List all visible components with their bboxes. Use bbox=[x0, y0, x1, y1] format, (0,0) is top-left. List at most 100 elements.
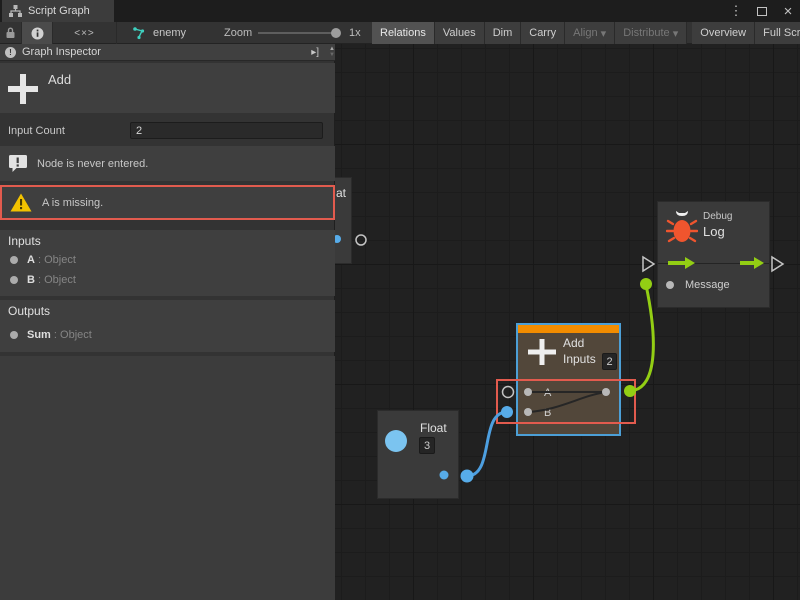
tab-script-graph[interactable]: Script Graph bbox=[2, 0, 114, 22]
input-count-field[interactable] bbox=[130, 122, 323, 139]
input-port-row-b: B : Object bbox=[10, 272, 76, 288]
zoom-slider-track[interactable] bbox=[258, 32, 338, 34]
graph-toolbar: <×> enemy Zoom 1x Relations Values Dim C… bbox=[0, 22, 800, 44]
lock-button[interactable] bbox=[0, 22, 22, 44]
edit-graph-button[interactable]: <×> bbox=[53, 22, 117, 44]
selected-node-title: Add bbox=[48, 72, 71, 87]
node-section-divider bbox=[658, 263, 769, 264]
wire-endpoint-green[interactable] bbox=[624, 385, 636, 397]
maximize-icon[interactable] bbox=[754, 4, 770, 19]
message-port-label: Message bbox=[685, 279, 730, 291]
float-value-badge: 3 bbox=[419, 437, 435, 454]
warning-message-box: A is missing. bbox=[0, 185, 335, 220]
port-label-a: A bbox=[544, 387, 551, 399]
overview-button[interactable]: Overview bbox=[692, 22, 755, 44]
debug-log-node[interactable]: Debug Log Message bbox=[657, 201, 770, 308]
debug-node-title-line1: Debug bbox=[703, 211, 732, 222]
add-node-header-bar bbox=[518, 325, 619, 333]
dock-panel-icon[interactable]: ▸] bbox=[311, 47, 319, 58]
graph-inspector-panel: ! Graph Inspector ▸] ▲ ▼ Add Input Count… bbox=[0, 44, 335, 600]
distribute-label: Distribute bbox=[623, 27, 669, 39]
port-dot-icon bbox=[10, 331, 18, 339]
wire-endpoint-green[interactable] bbox=[640, 278, 652, 290]
info-icon: ! bbox=[5, 47, 16, 58]
wire-endpoint-blue[interactable] bbox=[461, 470, 474, 483]
graph-canvas[interactable]: at Float 3 Add Inputs 2 A B Debug Log Me… bbox=[335, 44, 800, 600]
zoom-label: Zoom bbox=[224, 27, 252, 39]
inspector-title: Graph Inspector bbox=[22, 46, 101, 58]
full-screen-button[interactable]: Full Screen bbox=[755, 22, 800, 44]
port-dot-icon bbox=[10, 276, 18, 284]
connections-overlay bbox=[335, 44, 800, 600]
port-name: A bbox=[27, 254, 35, 266]
unconnected-port-circle[interactable] bbox=[356, 235, 366, 245]
script-graph-icon bbox=[9, 5, 22, 17]
add-input-count-badge: 2 bbox=[602, 353, 617, 370]
info-icon bbox=[31, 27, 44, 40]
port-label-b: B bbox=[544, 407, 551, 419]
graph-asset-icon bbox=[133, 27, 147, 40]
carry-button[interactable]: Carry bbox=[521, 22, 565, 44]
titlebar: Script Graph ⋮ × bbox=[0, 0, 800, 22]
dim-label: Dim bbox=[493, 27, 513, 39]
selected-node-title-box: Add bbox=[0, 63, 335, 113]
full-screen-label: Full Screen bbox=[763, 27, 800, 39]
dim-button[interactable]: Dim bbox=[485, 22, 522, 44]
add-node[interactable]: Add Inputs 2 A B bbox=[516, 323, 621, 436]
warning-triangle-icon bbox=[10, 193, 32, 212]
warning-message-text: A is missing. bbox=[42, 197, 103, 209]
lock-icon bbox=[5, 27, 16, 39]
add-node-title-line1: Add bbox=[563, 336, 584, 350]
port-type: : Object bbox=[38, 274, 76, 286]
carry-label: Carry bbox=[529, 27, 556, 39]
values-label: Values bbox=[443, 27, 476, 39]
zoom-value: 1x bbox=[349, 27, 361, 39]
inputs-section: Inputs A : Object B : Object bbox=[0, 230, 335, 296]
info-message-box: Node is never entered. bbox=[0, 146, 335, 181]
outputs-section-title: Outputs bbox=[8, 304, 50, 318]
chevron-down-icon: ▾ bbox=[601, 27, 607, 40]
flow-port-triangle-right[interactable] bbox=[772, 257, 783, 271]
float-literal-icon bbox=[385, 430, 407, 452]
distribute-dropdown[interactable]: Distribute ▾ bbox=[615, 22, 687, 44]
values-button[interactable]: Values bbox=[435, 22, 485, 44]
port-type: : Object bbox=[38, 254, 76, 266]
port-type: : Object bbox=[54, 329, 92, 341]
overview-label: Overview bbox=[700, 27, 746, 39]
wire-float-to-b[interactable] bbox=[467, 412, 507, 476]
add-node-icon bbox=[528, 339, 556, 365]
relations-label: Relations bbox=[380, 27, 426, 39]
inputs-section-title: Inputs bbox=[8, 234, 41, 248]
input-port-row-a: A : Object bbox=[10, 252, 76, 268]
debug-node-title-line2: Log bbox=[703, 224, 725, 239]
float-node[interactable]: Float 3 bbox=[377, 410, 459, 499]
align-dropdown[interactable]: Align ▾ bbox=[565, 22, 615, 44]
inspector-empty-area bbox=[0, 356, 335, 600]
port-name: B bbox=[27, 274, 35, 286]
outputs-section: Outputs Sum : Object bbox=[0, 300, 335, 352]
window-controls: ⋮ × bbox=[728, 0, 796, 22]
tab-label: Script Graph bbox=[28, 5, 90, 17]
wire-sum-to-message[interactable] bbox=[630, 285, 653, 391]
info-toggle-button[interactable] bbox=[22, 22, 53, 44]
chevron-down-icon: ▾ bbox=[673, 27, 679, 40]
close-icon[interactable]: × bbox=[780, 3, 796, 20]
flow-port-triangle-left[interactable] bbox=[643, 257, 654, 271]
graph-inspector-header[interactable]: ! Graph Inspector ▸] ▲ ▼ bbox=[0, 44, 335, 61]
clipped-node-title: at bbox=[336, 186, 346, 200]
kebab-menu-icon[interactable]: ⋮ bbox=[728, 3, 744, 19]
add-node-icon bbox=[8, 74, 38, 104]
maximize-glyph bbox=[757, 7, 767, 16]
clipped-float-node[interactable]: at bbox=[335, 177, 352, 264]
code-icon: <×> bbox=[74, 28, 95, 39]
zoom-slider-knob[interactable] bbox=[331, 28, 341, 38]
bug-icon bbox=[666, 209, 698, 245]
input-count-row: Input Count bbox=[0, 120, 335, 142]
relations-button[interactable]: Relations bbox=[372, 22, 435, 44]
unconnected-port-circle[interactable] bbox=[503, 387, 514, 398]
graph-breadcrumb[interactable]: enemy bbox=[117, 22, 215, 44]
wire-endpoint-blue[interactable] bbox=[501, 406, 513, 418]
info-message-text: Node is never entered. bbox=[37, 158, 148, 170]
float-node-title: Float bbox=[420, 421, 447, 435]
add-node-title-line2: Inputs bbox=[563, 352, 596, 366]
